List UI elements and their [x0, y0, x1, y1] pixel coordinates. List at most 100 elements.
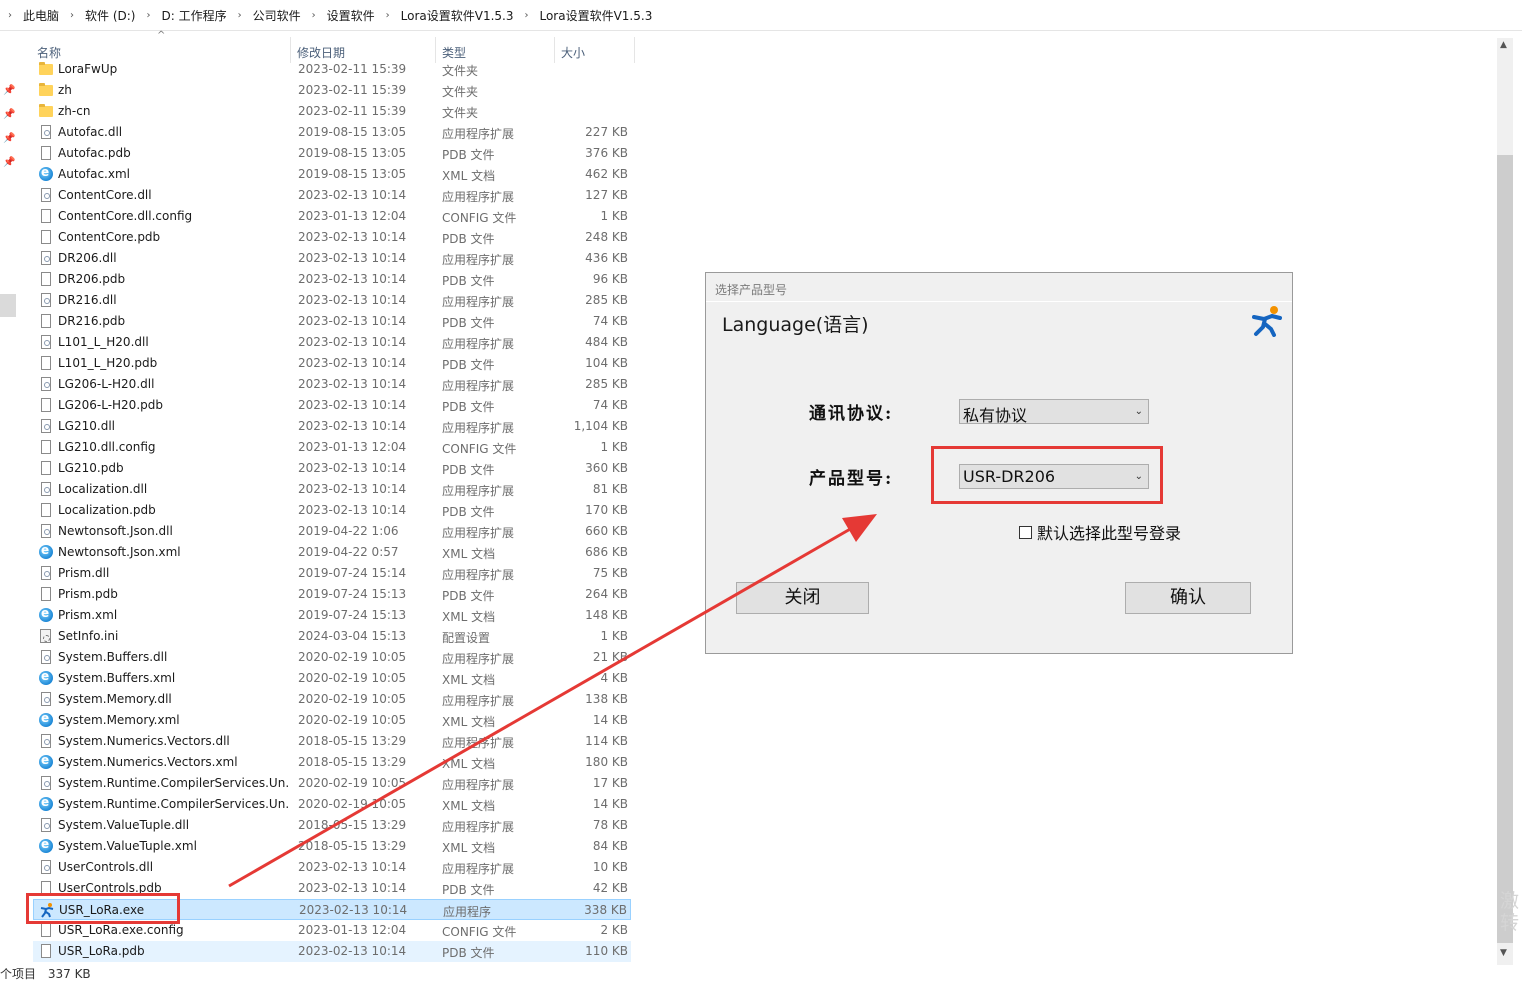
file-icon	[41, 314, 51, 328]
file-name: Autofac.dll	[58, 125, 123, 139]
file-size: 110 KB	[585, 944, 628, 958]
file-row[interactable]: LoraFwUp 2023-02-11 15:39 文件夹	[33, 59, 631, 80]
breadcrumb-separator-icon[interactable]: ›	[62, 10, 82, 21]
file-date: 2018-05-15 13:29	[298, 818, 407, 832]
breadcrumb-separator-icon[interactable]: ›	[230, 10, 250, 21]
dll-file-icon	[41, 776, 51, 790]
file-row[interactable]: Prism.dll 2019-07-24 15:14 应用程序扩展 75 KB	[33, 563, 631, 584]
dll-file-icon	[41, 860, 51, 874]
file-name: L101_L_H20.dll	[58, 335, 149, 349]
folder-icon	[39, 83, 53, 96]
dll-file-icon	[41, 692, 51, 706]
file-name: LG210.dll	[58, 419, 115, 433]
file-name: Autofac.pdb	[58, 146, 131, 160]
language-link[interactable]: Language(语言)	[722, 310, 869, 337]
file-row[interactable]: ContentCore.dll 2023-02-13 10:14 应用程序扩展 127…	[33, 185, 631, 206]
file-size: 17 KB	[592, 776, 628, 790]
file-row[interactable]: LG210.dll.config 2023-01-13 12:04 CONFIG 文…	[33, 437, 631, 458]
breadcrumb-separator-icon[interactable]: ›	[138, 10, 158, 21]
checkbox-box[interactable]	[1019, 526, 1032, 539]
file-row[interactable]: SetInfo.ini 2024-03-04 15:13 配置设置 1 KB	[33, 626, 631, 647]
scrollbar-thumb[interactable]	[1497, 155, 1513, 943]
breadcrumb-item[interactable]: 设置软件	[324, 7, 378, 24]
file-type: 应用程序扩展	[442, 778, 515, 792]
file-row[interactable]: System.ValueTuple.xml 2018-05-15 13:29 XML…	[33, 836, 631, 857]
file-row[interactable]: DR216.dll 2023-02-13 10:14 应用程序扩展 285 KB	[33, 290, 631, 311]
file-list[interactable]: LoraFwUp 2023-02-11 15:39 文件夹 zh 2023-02-11 …	[0, 59, 640, 964]
breadcrumb-item[interactable]: 此电脑	[20, 7, 62, 24]
file-row[interactable]: DR206.pdb 2023-02-13 10:14 PDB 文件 96 KB	[33, 269, 631, 290]
scroll-up-arrow-icon[interactable]: ▲	[1500, 40, 1507, 50]
file-row[interactable]: System.Buffers.xml 2020-02-19 10:05 XML 文档…	[33, 668, 631, 689]
scroll-down-arrow-icon[interactable]: ▼	[1500, 948, 1507, 958]
file-row[interactable]: LG206-L-H20.dll 2023-02-13 10:14 应用程序扩展 285…	[33, 374, 631, 395]
breadcrumb-item[interactable]: 软件 (D:)	[82, 7, 138, 24]
remember-model-label: 默认选择此型号登录	[1037, 524, 1182, 543]
file-row[interactable]: UserControls.dll 2023-02-13 10:14 应用程序扩展 10…	[33, 857, 631, 878]
address-bar[interactable]: › 此电脑 › 软件 (D:) › D: 工作程序 › 公司软件 › 设置软件 › Lora设置软件V…	[0, 0, 1522, 31]
file-row[interactable]: L101_L_H20.pdb 2023-02-13 10:14 PDB 文件 104 …	[33, 353, 631, 374]
file-date: 2023-02-13 10:14	[298, 398, 407, 412]
file-size: 138 KB	[585, 692, 628, 706]
breadcrumb-item[interactable]: D: 工作程序	[158, 7, 229, 24]
file-size: 227 KB	[585, 125, 628, 139]
breadcrumb-separator-icon[interactable]: ›	[0, 10, 20, 21]
file-row[interactable]: Newtonsoft.Json.xml 2019-04-22 0:57 XML 文档…	[33, 542, 631, 563]
file-row[interactable]: Newtonsoft.Json.dll 2019-04-22 1:06 应用程序扩展…	[33, 521, 631, 542]
file-row[interactable]: Autofac.xml 2019-08-15 13:05 XML 文档 462 KB	[33, 164, 631, 185]
file-size: 4 KB	[600, 671, 628, 685]
file-row[interactable]: zh-cn 2023-02-11 15:39 文件夹	[33, 101, 631, 122]
file-row[interactable]: zh 2023-02-11 15:39 文件夹	[33, 80, 631, 101]
file-row[interactable]: Localization.dll 2023-02-13 10:14 应用程序扩展 81…	[33, 479, 631, 500]
file-row[interactable]: System.ValueTuple.dll 2018-05-15 13:29 应用程…	[33, 815, 631, 836]
file-icon	[41, 923, 51, 937]
file-row[interactable]: ContentCore.pdb 2023-02-13 10:14 PDB 文件 248…	[33, 227, 631, 248]
file-row[interactable]: System.Memory.dll 2020-02-19 10:05 应用程序扩展 1…	[33, 689, 631, 710]
file-row[interactable]: Autofac.pdb 2019-08-15 13:05 PDB 文件 376 KB	[33, 143, 631, 164]
file-type: 应用程序扩展	[442, 190, 515, 204]
file-row[interactable]: Autofac.dll 2019-08-15 13:05 应用程序扩展 227 KB	[33, 122, 631, 143]
breadcrumb-item[interactable]: 公司软件	[250, 7, 304, 24]
file-row[interactable]: USR_LoRa.pdb 2023-02-13 10:14 PDB 文件 110 KB	[33, 941, 631, 962]
watermark-text: 转	[1500, 912, 1520, 934]
file-row[interactable]: Prism.pdb 2019-07-24 15:13 PDB 文件 264 KB	[33, 584, 631, 605]
breadcrumb-separator-icon[interactable]: ›	[378, 10, 398, 21]
file-row[interactable]: LG206-L-H20.pdb 2023-02-13 10:14 PDB 文件 74 …	[33, 395, 631, 416]
file-row[interactable]: System.Buffers.dll 2020-02-19 10:05 应用程序扩展…	[33, 647, 631, 668]
file-row[interactable]: LG210.pdb 2023-02-13 10:14 PDB 文件 360 KB	[33, 458, 631, 479]
file-size: 264 KB	[585, 587, 628, 601]
file-row[interactable]: LG210.dll 2023-02-13 10:14 应用程序扩展 1,104 KB	[33, 416, 631, 437]
file-row[interactable]: System.Memory.xml 2020-02-19 10:05 XML 文档 1…	[33, 710, 631, 731]
file-date: 2018-05-15 13:29	[298, 734, 407, 748]
remember-model-checkbox[interactable]: 默认选择此型号登录	[1019, 520, 1181, 544]
file-row[interactable]: System.Numerics.Vectors.dll 2018-05-15 13…	[33, 731, 631, 752]
breadcrumb-item[interactable]: Lora设置软件V1.5.3	[536, 7, 655, 24]
vertical-scrollbar[interactable]: ▲ ▼	[1497, 38, 1513, 965]
breadcrumb-item[interactable]: Lora设置软件V1.5.3	[398, 7, 517, 24]
file-icon	[41, 356, 51, 370]
file-row[interactable]: L101_L_H20.dll 2023-02-13 10:14 应用程序扩展 484 …	[33, 332, 631, 353]
file-row[interactable]: System.Runtime.CompilerServices.Un... 202…	[33, 773, 631, 794]
file-row[interactable]: DR216.pdb 2023-02-13 10:14 PDB 文件 74 KB	[33, 311, 631, 332]
file-row[interactable]: Prism.xml 2019-07-24 15:13 XML 文档 148 KB	[33, 605, 631, 626]
file-name: ContentCore.dll	[58, 188, 152, 202]
file-row[interactable]: System.Numerics.Vectors.xml 2018-05-15 13…	[33, 752, 631, 773]
xml-file-icon	[39, 669, 53, 685]
close-button[interactable]: 关闭	[736, 582, 869, 614]
breadcrumb-separator-icon[interactable]: ›	[516, 10, 536, 21]
ok-button[interactable]: 确认	[1125, 582, 1251, 614]
file-name: DR216.pdb	[58, 314, 126, 328]
breadcrumb-separator-icon[interactable]: ›	[304, 10, 324, 21]
protocol-select[interactable]: 私有协议 ⌄	[959, 399, 1149, 425]
file-row[interactable]: System.Runtime.CompilerServices.Un... 202…	[33, 794, 631, 815]
file-icon	[41, 146, 51, 160]
dll-file-icon	[41, 293, 51, 307]
file-size: 14 KB	[592, 797, 628, 811]
file-row[interactable]: Localization.pdb 2023-02-13 10:14 PDB 文件 17…	[33, 500, 631, 521]
file-date: 2023-02-13 10:14	[298, 293, 407, 307]
file-row[interactable]: ContentCore.dll.config 2023-01-13 12:04 CO…	[33, 206, 631, 227]
file-row[interactable]: DR206.dll 2023-02-13 10:14 应用程序扩展 436 KB	[33, 248, 631, 269]
file-type: 应用程序扩展	[442, 820, 515, 834]
file-type: 应用程序扩展	[442, 295, 515, 309]
file-type: 应用程序扩展	[442, 862, 515, 876]
